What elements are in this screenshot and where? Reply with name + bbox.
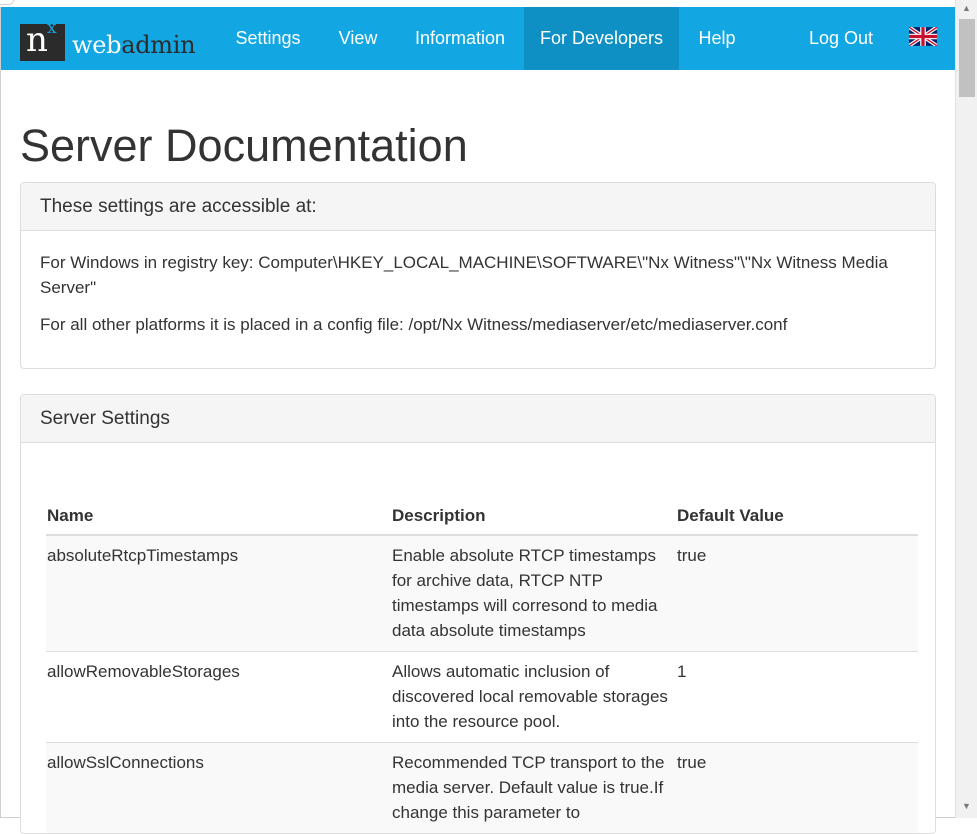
nav-view[interactable]: View (320, 7, 396, 70)
nav-for-developers[interactable]: For Developers (524, 7, 679, 70)
windows-registry-text: For Windows in registry key: Computer\HK… (40, 253, 888, 297)
table-header-row: Name Description Default Value (46, 503, 918, 536)
settings-table: Name Description Default Value absoluteR… (46, 503, 918, 833)
nav-information[interactable]: Information (396, 7, 524, 70)
vertical-scrollbar[interactable]: ▲ ▼ (955, 0, 977, 818)
setting-default: 1 (676, 651, 918, 743)
logo-n: n (26, 20, 48, 60)
setting-default: true (676, 742, 918, 833)
table-row: allowSslConnections Recommended TCP tran… (46, 742, 918, 833)
setting-name: allowSslConnections (46, 742, 391, 833)
server-settings-panel: Server Settings Name Description Default… (20, 394, 936, 834)
access-panel: These settings are accessible at: For Wi… (20, 182, 936, 369)
scroll-down-arrow-icon[interactable]: ▼ (956, 798, 977, 815)
scroll-thumb[interactable] (959, 19, 975, 97)
setting-name: absoluteRtcpTimestamps (46, 534, 391, 652)
nav-log-out[interactable]: Log Out (791, 7, 891, 70)
setting-description: Allows automatic inclusion of discovered… (391, 651, 676, 743)
nav-settings[interactable]: Settings (216, 7, 320, 70)
setting-description: Enable absolute RTCP timestamps for arch… (391, 534, 676, 652)
logo-text: webadmin (72, 30, 196, 60)
access-panel-heading: These settings are accessible at: (21, 183, 935, 231)
access-panel-body: For Windows in registry key: Computer\HK… (21, 231, 935, 368)
nav-help[interactable]: Help (679, 7, 755, 70)
logo-admin: admin (121, 31, 196, 59)
column-header-default: Default Value (676, 503, 918, 536)
top-navbar: n x webadmin Settings View Information F… (1, 7, 955, 70)
server-settings-heading: Server Settings (21, 395, 935, 443)
table-row: allowRemovableStorages Allows automatic … (46, 651, 918, 743)
setting-name: allowRemovableStorages (46, 651, 391, 743)
table-row: absoluteRtcpTimestamps Enable absolute R… (46, 534, 918, 652)
setting-default: true (676, 534, 918, 652)
window-top-strip (0, 0, 955, 7)
scroll-up-arrow-icon[interactable]: ▲ (956, 0, 977, 17)
setting-description: Recommended TCP transport to the media s… (391, 742, 676, 833)
uk-flag-icon[interactable] (909, 27, 937, 46)
page-title: Server Documentation (20, 120, 468, 171)
nx-logo-box: n x (20, 18, 65, 61)
logo-x: x (47, 18, 57, 38)
config-file-text: For all other platforms it is placed in … (40, 315, 788, 334)
logo-web: web (72, 31, 122, 59)
column-header-name: Name (46, 503, 391, 536)
tab-stub (0, 0, 14, 5)
column-header-description: Description (391, 503, 676, 536)
